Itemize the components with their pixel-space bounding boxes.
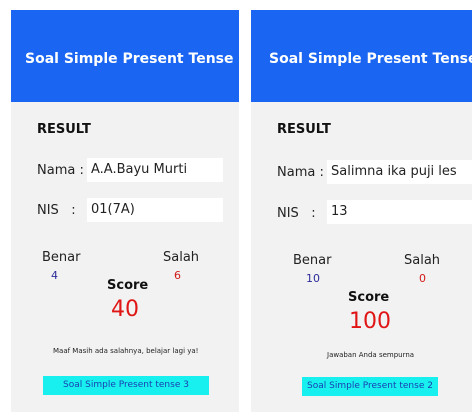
app-header: Soal Simple Present Tense 1 <box>251 10 472 102</box>
result-screen-right: Soal Simple Present Tense 1 RESULT Nama … <box>251 10 472 412</box>
salah-value: 6 <box>174 269 181 282</box>
salah-value: 0 <box>419 272 426 285</box>
next-quiz-button[interactable]: Soal Simple Present tense 2 <box>302 377 438 396</box>
nis-label: NIS : <box>277 206 316 221</box>
result-screen-left: Soal Simple Present Tense 2 RESULT Nama … <box>11 10 239 412</box>
app-title: Soal Simple Present Tense 1 <box>269 51 472 67</box>
result-message: Jawaban Anda sempurna <box>327 351 415 359</box>
salah-label: Salah <box>404 253 441 268</box>
score-value: 100 <box>349 309 391 334</box>
result-heading: RESULT <box>277 122 331 137</box>
nama-field[interactable]: A.A.Bayu Murti <box>87 158 223 182</box>
app-header: Soal Simple Present Tense 2 <box>11 10 239 102</box>
nis-field[interactable]: 01(7A) <box>87 198 223 222</box>
nama-label: Nama : <box>277 165 324 180</box>
nis-label: NIS : <box>37 203 76 218</box>
result-message: Maaf Masih ada salahnya, belajar lagi ya… <box>53 347 199 355</box>
nama-label: Nama : <box>37 163 84 178</box>
salah-label: Salah <box>163 250 200 265</box>
benar-value: 10 <box>306 272 320 285</box>
nis-field[interactable]: 13 <box>327 200 472 224</box>
score-value: 40 <box>111 297 139 322</box>
benar-value: 4 <box>51 269 58 282</box>
nama-field[interactable]: Salimna ika puji les <box>327 160 472 184</box>
app-title: Soal Simple Present Tense 2 <box>25 51 239 67</box>
score-label: Score <box>348 290 390 305</box>
score-label: Score <box>107 278 149 293</box>
next-quiz-button[interactable]: Soal Simple Present tense 3 <box>43 376 209 395</box>
benar-label: Benar <box>42 250 81 265</box>
benar-label: Benar <box>293 253 332 268</box>
result-heading: RESULT <box>37 122 91 137</box>
